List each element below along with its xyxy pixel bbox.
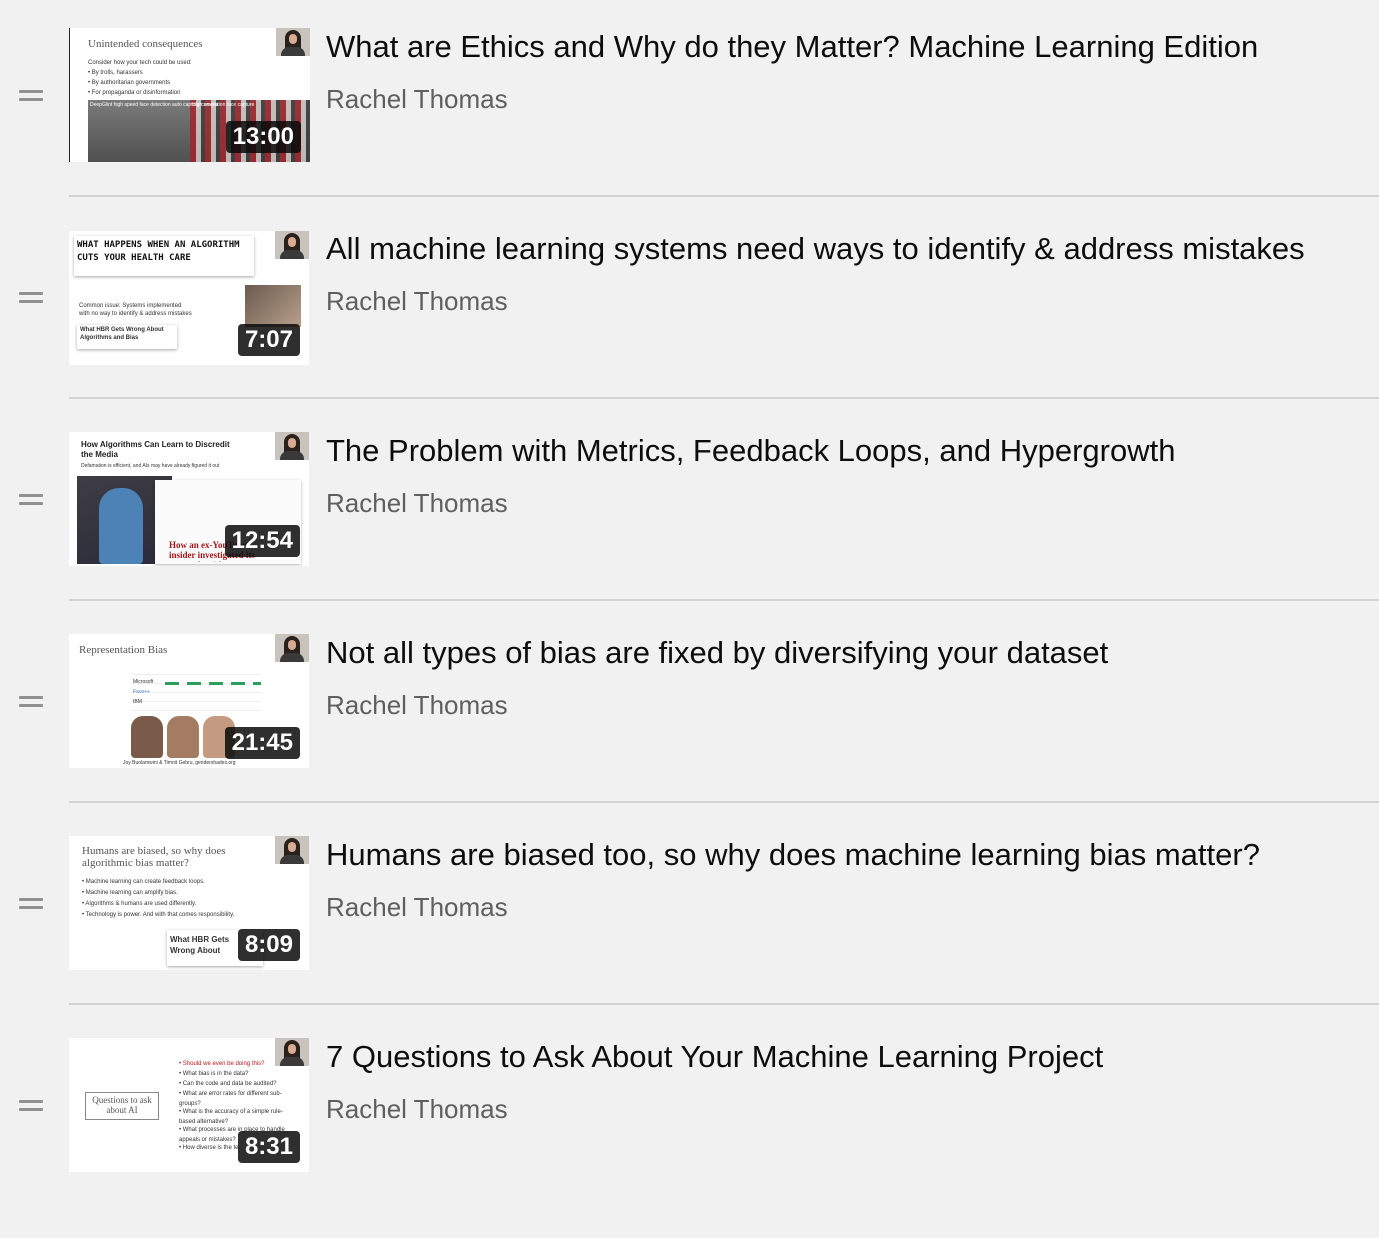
thumbnail-line: with no way to identify & address mistak…: [79, 311, 192, 317]
thumbnail-line: • By authoritarian governments: [88, 80, 171, 86]
thumbnail-face: [131, 716, 163, 758]
thumbnail-slide-heading: Representation Bias: [79, 644, 168, 656]
divider: [69, 397, 1379, 399]
thumbnail-line: • What bias is in the data?: [179, 1071, 249, 1077]
video-title[interactable]: Not all types of bias are fixed by diver…: [326, 635, 1108, 671]
thumbnail-line: • Should we even be doing this?: [179, 1061, 265, 1067]
thumbnail-face: [167, 716, 199, 758]
video-thumbnail[interactable]: WHAT HAPPENS WHEN AN ALGORITHM CUTS YOUR…: [69, 231, 309, 365]
drag-handle-icon[interactable]: [19, 90, 43, 104]
duration-badge: 21:45: [224, 727, 300, 759]
thumbnail-card-text: What HBR Gets Wrong About Algorithms and…: [170, 935, 230, 955]
divider: [69, 1003, 1379, 1005]
thumbnail-slide-heading: How Algorithms Can Learn to Discredit th…: [81, 440, 230, 459]
channel-name[interactable]: Rachel Thomas: [326, 84, 508, 115]
thumbnail-table-bars: [165, 682, 261, 685]
thumbnail-line: Consider how your tech could be used:: [88, 60, 192, 66]
thumbnail-photo: [245, 285, 301, 327]
thumbnail-caption: High resolution face capture: [192, 102, 255, 108]
video-title[interactable]: Humans are biased too, so why does machi…: [326, 837, 1260, 873]
thumbnail-line: • Machine learning can create feedback l…: [82, 879, 205, 885]
video-thumbnail[interactable]: How Algorithms Can Learn to Discredit th…: [69, 432, 309, 566]
thumbnail-line: • What are error rates for different sub…: [179, 1091, 282, 1107]
thumbnail-line: • Machine learning can amplify bias.: [82, 890, 178, 896]
channel-name[interactable]: Rachel Thomas: [326, 1094, 508, 1125]
thumbnail-line: • Technology is power. And with that com…: [82, 912, 235, 918]
video-title[interactable]: 7 Questions to Ask About Your Machine Le…: [326, 1039, 1103, 1075]
video-thumbnail[interactable]: Humans are biased, so why does algorithm…: [69, 836, 309, 970]
video-thumbnail[interactable]: Unintended consequences Consider how you…: [69, 28, 310, 162]
duration-badge: 13:00: [225, 121, 301, 153]
duration-badge: 8:09: [237, 929, 300, 961]
avatar: [275, 1038, 309, 1066]
thumbnail-caption: Joy Buolamwini & Timnit Gebru, gendersha…: [123, 760, 236, 766]
thumbnail-slide-heading: Humans are biased, so why does algorithm…: [82, 845, 226, 869]
thumbnail-card-text: What HBR Gets Wrong About Algorithms and…: [80, 327, 164, 341]
playlist-item[interactable]: Questions to ask about AI • Should we ev…: [0, 1036, 1379, 1238]
avatar: [275, 634, 309, 662]
playlist-item[interactable]: WHAT HAPPENS WHEN AN ALGORITHM CUTS YOUR…: [0, 228, 1379, 430]
playlist-item[interactable]: Representation Bias Microsoft Face++ IBM…: [0, 632, 1379, 834]
playlist-item[interactable]: Humans are biased, so why does algorithm…: [0, 834, 1379, 1036]
thumbnail-line: • How diverse is the team that built it?: [179, 1145, 239, 1151]
avatar: [275, 231, 309, 259]
thumbnail-line: Microsoft: [133, 679, 154, 685]
thumbnail-slide-heading: Questions to ask about AI: [92, 1095, 152, 1115]
thumbnail-line: IBM: [133, 699, 142, 705]
avatar: [275, 836, 309, 864]
video-title[interactable]: All machine learning systems need ways t…: [326, 231, 1305, 267]
avatar: [275, 432, 309, 460]
thumbnail-line: • Can the code and data be audited?: [179, 1081, 277, 1087]
divider: [69, 801, 1379, 803]
duration-badge: 8:31: [237, 1131, 300, 1163]
divider: [69, 599, 1379, 601]
thumbnail-photo-person: [99, 488, 143, 564]
playlist-item[interactable]: Unintended consequences Consider how you…: [0, 26, 1379, 228]
thumbnail-line: • For propaganda or disinformation: [88, 90, 181, 96]
drag-handle-icon[interactable]: [19, 1100, 43, 1114]
thumbnail-line: Face++: [133, 689, 150, 695]
video-title[interactable]: What are Ethics and Why do they Matter? …: [326, 29, 1258, 65]
avatar: [276, 28, 310, 56]
playlist-item[interactable]: How Algorithms Can Learn to Discredit th…: [0, 430, 1379, 632]
channel-name[interactable]: Rachel Thomas: [326, 892, 508, 923]
video-thumbnail[interactable]: Questions to ask about AI • Should we ev…: [69, 1038, 309, 1172]
channel-name[interactable]: Rachel Thomas: [326, 286, 508, 317]
thumbnail-line: • By trolls, harassers: [88, 70, 143, 76]
drag-handle-icon[interactable]: [19, 494, 43, 508]
channel-name[interactable]: Rachel Thomas: [326, 690, 508, 721]
thumbnail-table: [131, 666, 261, 712]
drag-handle-icon[interactable]: [19, 292, 43, 306]
thumbnail-slide-heading: WHAT HAPPENS WHEN AN ALGORITHM CUTS YOUR…: [77, 240, 240, 263]
drag-handle-icon[interactable]: [19, 898, 43, 912]
thumbnail-line: • What is the accuracy of a simple rule-…: [179, 1109, 283, 1125]
duration-badge: 12:54: [224, 525, 300, 557]
duration-badge: 7:07: [237, 324, 300, 356]
thumbnail-slide-heading: Unintended consequences: [88, 38, 203, 50]
channel-name[interactable]: Rachel Thomas: [326, 488, 508, 519]
divider: [69, 195, 1379, 197]
video-thumbnail[interactable]: Representation Bias Microsoft Face++ IBM…: [69, 634, 309, 768]
drag-handle-icon[interactable]: [19, 696, 43, 710]
video-title[interactable]: The Problem with Metrics, Feedback Loops…: [326, 433, 1175, 469]
thumbnail-line: Defamation is efficient, and AIs may hav…: [81, 463, 220, 469]
thumbnail-line: • Algorithms & humans are used different…: [82, 901, 197, 907]
